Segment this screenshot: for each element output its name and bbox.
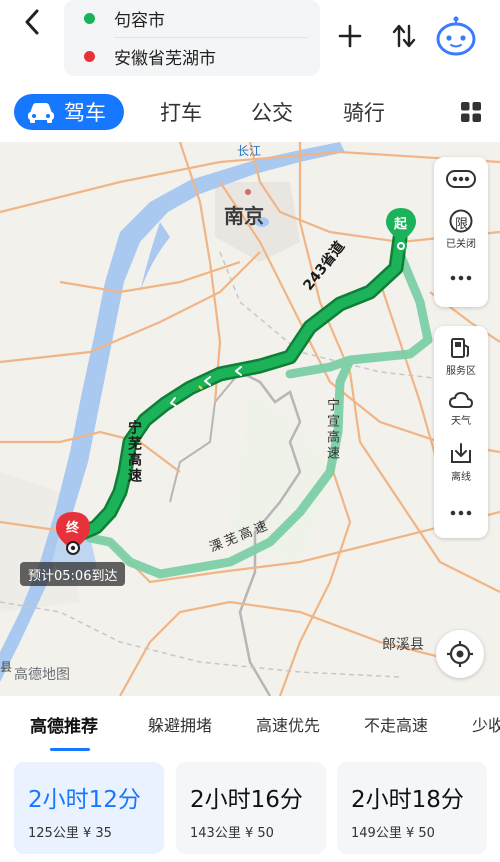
service-area-label: 服务区 xyxy=(446,366,476,377)
city-label-nanjing: 南京 xyxy=(224,204,264,228)
tab-taxi[interactable]: 打车 xyxy=(160,94,202,130)
back-button[interactable] xyxy=(12,4,52,40)
map-controls-panel-bottom: 服务区 天气 离线 xyxy=(434,326,488,538)
more-options-button-top[interactable] xyxy=(434,275,488,281)
traffic-layer-button[interactable] xyxy=(434,169,488,189)
eta-badge: 预计05:06到达 xyxy=(20,562,126,586)
more-options-button-bottom[interactable] xyxy=(434,510,488,516)
county-label-edge: 县 xyxy=(0,660,13,674)
start-marker-label: 起 xyxy=(394,217,408,232)
route-preference-tabs: 高德推荐 躲避拥堵 高速优先 不走高速 少收费 xyxy=(0,704,500,751)
transport-mode-tabs: 驾车 打车 公交 骑行 xyxy=(0,88,500,136)
swap-route-button[interactable] xyxy=(386,18,422,54)
weather-label: 天气 xyxy=(451,416,471,427)
tab-ride[interactable]: 骑行 xyxy=(343,94,385,130)
pref-tab-less-toll[interactable]: 少收费 xyxy=(472,712,500,736)
road-label-ningxuan: 宁宣高速 xyxy=(324,398,339,462)
pref-tab-avoid-congestion[interactable]: 躲避拥堵 xyxy=(148,712,212,736)
route-plan-card[interactable]: 2小时12分 125公里 ¥ 35 xyxy=(14,762,164,854)
crosshair-icon xyxy=(447,641,473,667)
traffic-restriction-button[interactable]: 限 已关闭 xyxy=(434,209,488,250)
car-icon xyxy=(26,101,56,123)
gas-station-icon xyxy=(451,338,469,358)
chevron-left-icon xyxy=(25,9,39,35)
grid-icon xyxy=(461,102,481,122)
road-label-ningwu: 宁芜高速 xyxy=(126,420,142,484)
cloud-icon xyxy=(449,392,473,408)
route-plan-card[interactable]: 2小时16分 143公里 ¥ 50 xyxy=(176,762,326,854)
restriction-badge-text: 限 xyxy=(455,217,469,232)
plus-icon xyxy=(338,24,362,48)
offline-map-button[interactable]: 离线 xyxy=(434,442,488,483)
more-dots-icon xyxy=(450,510,472,516)
route-duration: 2小时12分 xyxy=(28,787,141,813)
route-duration: 2小时16分 xyxy=(190,787,303,813)
origin-text: 句容市 xyxy=(114,10,165,31)
tab-transit[interactable]: 公交 xyxy=(251,94,293,130)
route-distance-toll: 143公里 ¥ 50 xyxy=(190,826,274,841)
route-map[interactable]: 长江 南京 郎溪县 高德地图 县 起 终 243省道 宁芜高速 宁宣高速 溧芜高… xyxy=(0,142,500,696)
origin-field[interactable]: 句容市 xyxy=(64,0,320,36)
traffic-icon xyxy=(446,170,476,188)
destination-dot-icon xyxy=(84,50,95,62)
route-distance-toll: 149公里 ¥ 50 xyxy=(351,826,435,841)
map-provider-logo: 高德地图 xyxy=(14,667,70,683)
offline-label: 离线 xyxy=(451,472,471,483)
river-label-changjiang: 长江 xyxy=(237,144,262,158)
more-dots-icon xyxy=(450,275,472,281)
service-area-button[interactable]: 服务区 xyxy=(434,336,488,377)
county-label-langxi: 郎溪县 xyxy=(382,637,424,653)
end-marker-label: 终 xyxy=(66,521,80,536)
download-icon xyxy=(451,443,471,463)
route-distance-toll: 125公里 ¥ 35 xyxy=(28,826,112,841)
tab-drive-label: 驾车 xyxy=(64,101,106,125)
pref-tab-avoid-highway[interactable]: 不走高速 xyxy=(364,712,428,736)
voice-assistant-button[interactable] xyxy=(432,14,480,58)
weather-button[interactable]: 天气 xyxy=(434,390,488,427)
pref-tab-highway-first[interactable]: 高速优先 xyxy=(256,712,320,736)
locate-me-button[interactable] xyxy=(436,630,484,678)
destination-field[interactable]: 安徽省芜湖市 xyxy=(64,38,320,74)
route-plan-list: 2小时12分 125公里 ¥ 35 2小时16分 143公里 ¥ 50 2小时1… xyxy=(0,762,500,856)
more-modes-button[interactable] xyxy=(460,94,486,130)
route-options-sheet: 高德推荐 躲避拥堵 高速优先 不走高速 少收费 2小时12分 125公里 ¥ 3… xyxy=(0,696,500,862)
origin-dot-icon xyxy=(84,12,95,24)
map-controls-panel-top: 限 已关闭 xyxy=(434,157,488,307)
route-input-box: 句容市 安徽省芜湖市 xyxy=(64,0,320,76)
add-waypoint-button[interactable] xyxy=(332,18,368,54)
route-header: 句容市 安徽省芜湖市 xyxy=(0,0,500,88)
swap-arrows-icon xyxy=(392,24,416,48)
pref-tab-indicator xyxy=(50,748,90,751)
destination-text: 安徽省芜湖市 xyxy=(114,48,216,69)
restriction-status-label: 已关闭 xyxy=(446,239,476,250)
assistant-robot-icon xyxy=(436,16,476,56)
route-plan-card[interactable]: 2小时18分 149公里 ¥ 50 xyxy=(337,762,487,854)
tab-drive[interactable]: 驾车 xyxy=(14,94,124,130)
route-duration: 2小时18分 xyxy=(351,787,464,813)
pref-tab-recommended[interactable]: 高德推荐 xyxy=(30,712,98,737)
